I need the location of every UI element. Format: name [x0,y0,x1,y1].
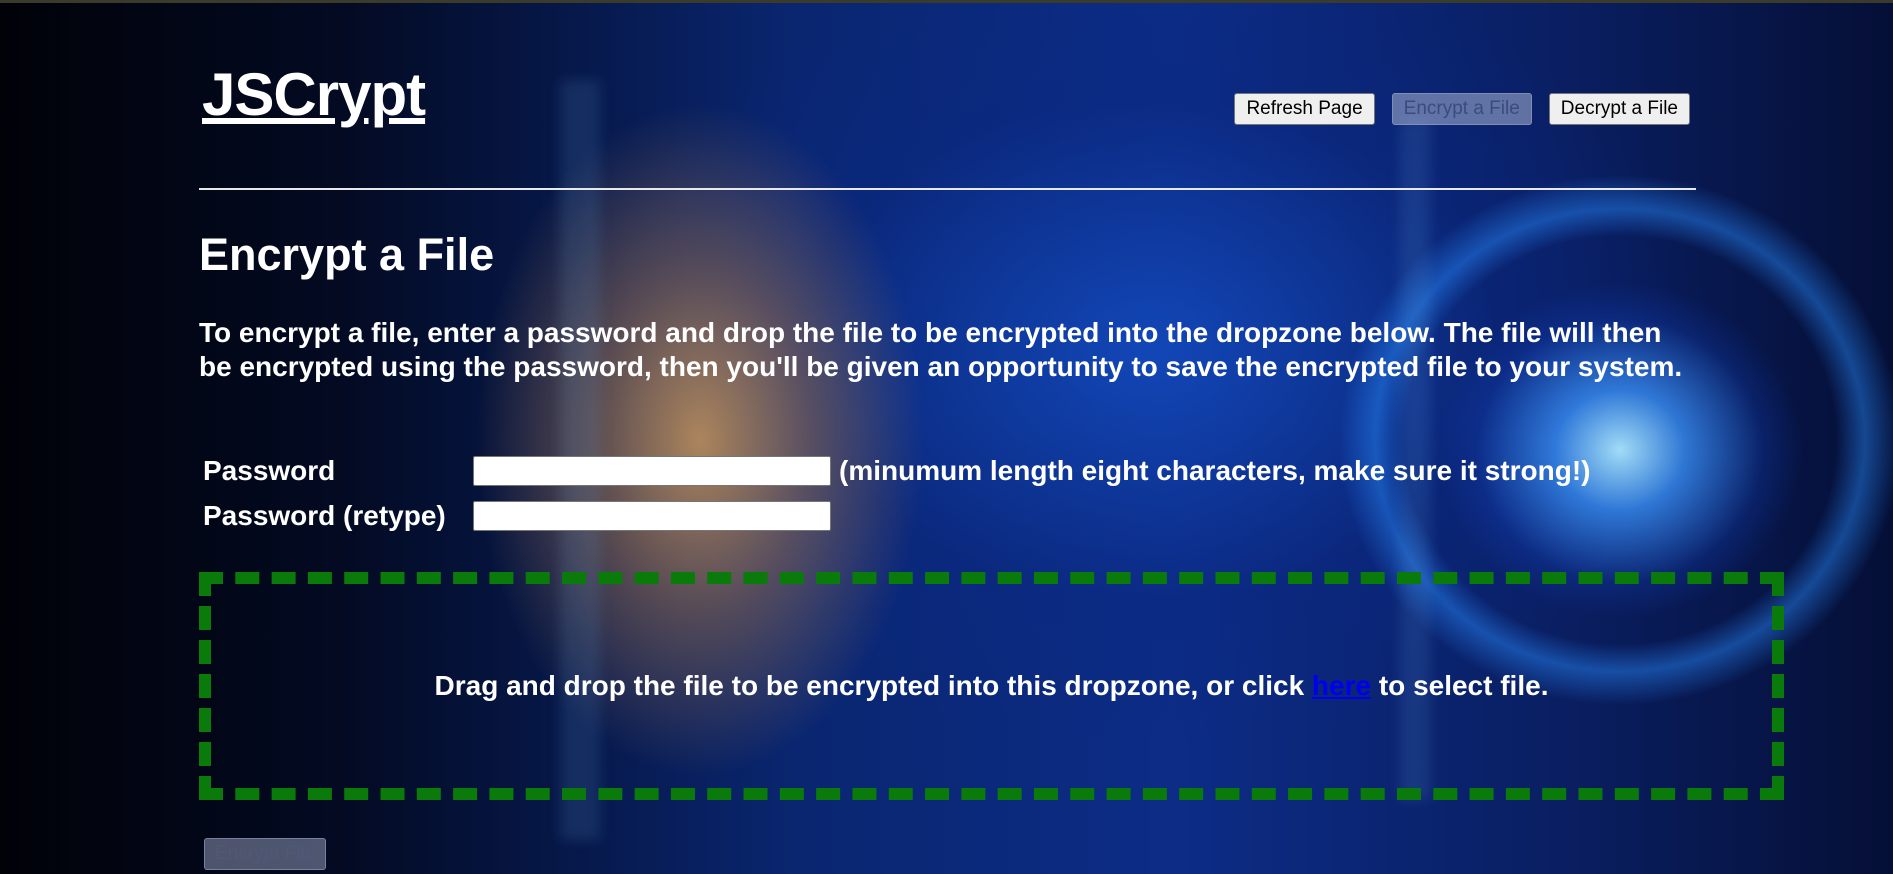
password-retype-row: Password (retype) [203,500,839,532]
decrypt-file-nav-button[interactable]: Decrypt a File [1548,93,1690,125]
header-divider [199,188,1696,190]
dropzone-text: Drag and drop the file to be encrypted i… [435,670,1549,702]
password-hint: (minumum length eight characters, make s… [839,455,1591,486]
file-dropzone[interactable]: Drag and drop the file to be encrypted i… [199,572,1784,800]
section-heading: Encrypt a File [199,229,495,280]
password-row: Password (minumum length eight character… [203,455,1590,487]
password-retype-label: Password (retype) [203,500,446,531]
nav-bar: Refresh Page Encrypt a File Decrypt a Fi… [1234,93,1690,125]
encrypt-file-button[interactable]: Encrypt File [204,838,327,870]
dropzone-text-before: Drag and drop the file to be encrypted i… [434,670,1312,701]
refresh-page-button[interactable]: Refresh Page [1234,93,1375,125]
encrypt-file-nav-button: Encrypt a File [1391,93,1532,125]
password-label: Password [203,455,336,486]
top-border [0,0,1893,3]
password-retype-input[interactable] [473,501,831,531]
password-input[interactable] [473,456,831,486]
select-file-link[interactable]: here [1312,670,1371,701]
app-title[interactable]: JSCrypt [202,60,426,129]
dropzone-text-after: to select file. [1371,670,1549,701]
instructions-text: To encrypt a file, enter a password and … [199,317,1683,382]
